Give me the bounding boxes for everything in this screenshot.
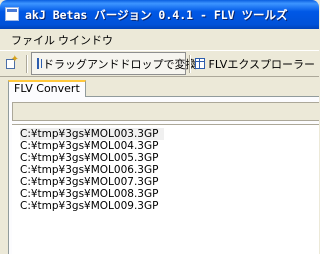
menu-file[interactable]: ファイル (11, 32, 55, 48)
table-icon (195, 58, 205, 69)
drag-drop-convert-button[interactable]: ドラッグアンドドロップで変換 (31, 52, 197, 75)
window-title: akJ Betas バージョン 0.4.1 - FLV ツールズ (25, 8, 288, 22)
file-list-item[interactable]: C:¥tmp¥3gs¥MOL007.3GP (20, 176, 158, 188)
title-bar[interactable]: akJ Betas バージョン 0.4.1 - FLV ツールズ (0, 0, 319, 29)
table-icon (37, 58, 42, 69)
flv-explorer-button[interactable]: FLVエクスプローラー (193, 52, 315, 75)
new-document-icon[interactable]: ✦ (6, 55, 19, 70)
file-list-item[interactable]: C:¥tmp¥3gs¥MOL003.3GP (20, 128, 165, 140)
path-input[interactable] (12, 102, 319, 121)
toolbar-separator (26, 55, 28, 73)
file-list-item[interactable]: C:¥tmp¥3gs¥MOL009.3GP (20, 200, 158, 212)
flv-explorer-label: FLVエクスプローラー (208, 57, 315, 71)
menu-bar: ファイル ウインドウ (0, 29, 319, 49)
file-list-item[interactable]: C:¥tmp¥3gs¥MOL006.3GP (20, 164, 158, 176)
file-list-item[interactable]: C:¥tmp¥3gs¥MOL008.3GP (20, 188, 158, 200)
file-list-item[interactable]: C:¥tmp¥3gs¥MOL005.3GP (20, 152, 158, 164)
tab-flv-convert[interactable]: FLV Convert (8, 80, 86, 97)
menu-window[interactable]: ウインドウ (58, 32, 113, 48)
app-window-icon (5, 7, 19, 21)
toolbar: ✦ ドラッグアンドドロップで変換 FLVエクスプローラー (0, 50, 319, 77)
toolbar-separator (189, 55, 191, 73)
file-list[interactable]: C:¥tmp¥3gs¥MOL003.3GP C:¥tmp¥3gs¥MOL004.… (12, 124, 319, 254)
drag-drop-convert-label: ドラッグアンドドロップで変換 (43, 57, 197, 71)
file-list-item[interactable]: C:¥tmp¥3gs¥MOL004.3GP (20, 140, 158, 152)
